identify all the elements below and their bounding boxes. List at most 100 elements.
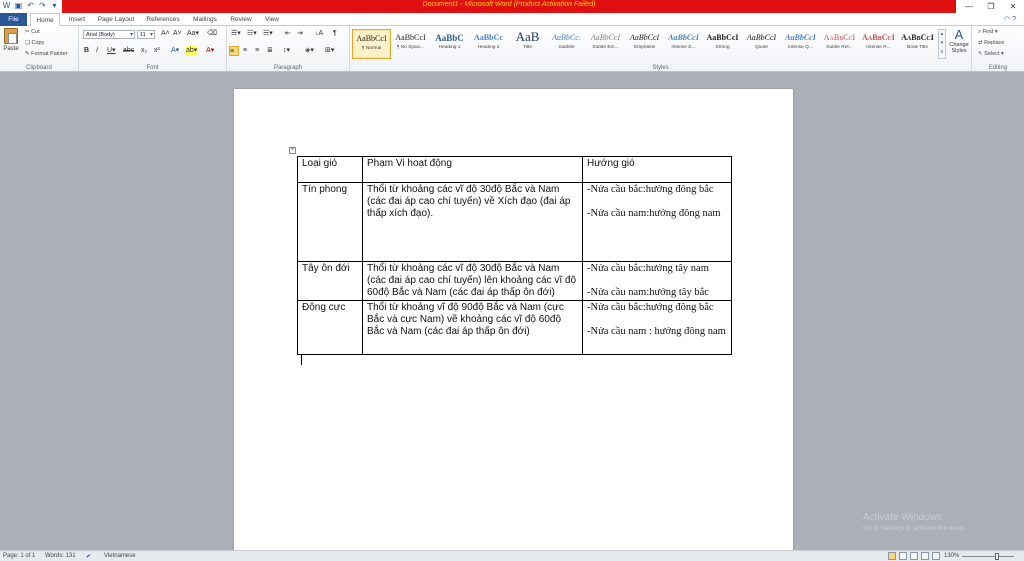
bullets-icon[interactable]: ☰▾ bbox=[231, 29, 241, 39]
style-quote[interactable]: AaBbCcI Quote bbox=[742, 29, 781, 59]
redo-icon[interactable]: ↷ bbox=[38, 1, 47, 11]
shrink-font-icon[interactable]: A˅ bbox=[173, 29, 182, 39]
zoom-slider[interactable] bbox=[962, 556, 1014, 557]
highlight-icon[interactable]: ab▾ bbox=[186, 46, 198, 56]
change-case-icon[interactable]: Aa▾ bbox=[187, 29, 199, 39]
align-left-icon[interactable]: ≡ bbox=[229, 46, 239, 56]
save-icon[interactable]: ▣ bbox=[14, 1, 23, 11]
subscript-icon[interactable]: x₂ bbox=[141, 46, 147, 56]
style-subtitle[interactable]: AaBbCc. Subtitle bbox=[547, 29, 586, 59]
styles-gallery-scroll[interactable]: ▴ ▾ ≡ bbox=[938, 29, 946, 59]
copy-button[interactable]: ❏ Copy bbox=[25, 40, 44, 46]
cell-direction[interactable]: -Nửa cầu bắc:hướng tây nam -Nửa cầu nam:… bbox=[582, 261, 732, 301]
justify-icon[interactable]: ≣ bbox=[267, 46, 273, 56]
style-normal[interactable]: AaBbCcI ¶ Normal bbox=[352, 29, 391, 59]
increase-indent-icon[interactable]: ⇥ bbox=[297, 29, 303, 39]
font-color-icon[interactable]: A▾ bbox=[206, 46, 214, 56]
full-screen-view-icon[interactable] bbox=[899, 552, 907, 560]
style-strong[interactable]: AaBbCcI Strong bbox=[703, 29, 742, 59]
minimize-icon[interactable]: — bbox=[958, 0, 980, 13]
cell-range[interactable]: Thổi từ khoảng các vĩ độ 30độ Bắc và Nam… bbox=[362, 182, 583, 262]
print-layout-view-icon[interactable] bbox=[888, 552, 896, 560]
clear-format-icon[interactable]: ⌫ bbox=[207, 29, 217, 39]
customize-icon[interactable]: ▾ bbox=[50, 1, 59, 11]
style-book-title[interactable]: AaBbCcI Book Title bbox=[898, 29, 937, 59]
web-layout-view-icon[interactable] bbox=[910, 552, 918, 560]
close-icon[interactable]: ✕ bbox=[1002, 0, 1024, 13]
format-painter-label: Format Painter bbox=[31, 51, 68, 57]
replace-button[interactable]: ⇄ Replace bbox=[978, 40, 1004, 46]
tab-view[interactable]: View bbox=[260, 13, 284, 26]
text-effects-icon[interactable]: A▾ bbox=[171, 46, 179, 56]
help-icon[interactable]: ◠ ? bbox=[1004, 15, 1016, 23]
numbering-icon[interactable]: ☷▾ bbox=[247, 29, 257, 39]
cell-wind-type[interactable]: Tây ôn đới bbox=[297, 261, 363, 301]
style-heading-1[interactable]: AaBbC Heading 1 bbox=[430, 29, 469, 59]
line-spacing-icon[interactable]: ↕▾ bbox=[283, 46, 290, 56]
style-no-spacing[interactable]: AaBbCcI ¶ No Spaci... bbox=[391, 29, 430, 59]
tab-home[interactable]: Home bbox=[30, 13, 60, 27]
select-button[interactable]: ↖ Select ▾ bbox=[978, 51, 1004, 57]
outline-view-icon[interactable] bbox=[921, 552, 929, 560]
style-name: Heading 2 bbox=[477, 45, 500, 50]
borders-icon[interactable]: ⊞▾ bbox=[325, 46, 334, 56]
proofing-icon[interactable]: ✔ bbox=[86, 553, 91, 560]
tab-file[interactable]: File bbox=[0, 13, 27, 26]
header-cell-range[interactable]: Phạm Vi hoạt động bbox=[362, 156, 583, 183]
window-title: Document1 - Microsoft Word (Product Acti… bbox=[422, 1, 596, 8]
style-intense-emphasis[interactable]: AaBbCcI Intense E... bbox=[664, 29, 703, 59]
style-emphasis[interactable]: AaBbCcI Emphasis bbox=[625, 29, 664, 59]
draft-view-icon[interactable] bbox=[932, 552, 940, 560]
style-name: Intense R... bbox=[866, 45, 891, 50]
decrease-indent-icon[interactable]: ⇤ bbox=[285, 29, 291, 39]
cut-button[interactable]: ✂ Cut bbox=[25, 29, 40, 35]
paste-button[interactable]: Paste bbox=[2, 28, 20, 52]
cell-range[interactable]: Thổi từ khoảng các vĩ độ 30độ Bắc và Nam… bbox=[362, 261, 583, 301]
underline-icon[interactable]: U▾ bbox=[107, 46, 116, 56]
style-title[interactable]: AaB Title bbox=[508, 29, 547, 59]
cell-direction[interactable]: -Nửa cầu bắc:hướng đông bắc -Nửa cầu nam… bbox=[582, 182, 732, 262]
header-cell-wind-type[interactable]: Loại gió bbox=[297, 156, 363, 183]
style-subtle-emphasis[interactable]: AaBbCcI Subtle Em... bbox=[586, 29, 625, 59]
format-painter-button[interactable]: ✎ Format Painter bbox=[25, 51, 68, 57]
align-center-icon[interactable]: ≡ bbox=[243, 46, 247, 56]
bold-icon[interactable]: B bbox=[84, 46, 89, 56]
style-heading-2[interactable]: AaBbCc Heading 2 bbox=[469, 29, 508, 59]
change-styles-button[interactable]: A Change Styles bbox=[947, 28, 971, 55]
cell-direction[interactable]: -Nửa cầu bắc:hướng đông bắc -Nửa cầu nam… bbox=[582, 300, 732, 355]
wind-table[interactable]: Loại gió Phạm Vi hoạt động Hướng gió Tín… bbox=[297, 156, 732, 355]
grow-font-icon[interactable]: A˄ bbox=[161, 29, 170, 39]
strikethrough-icon[interactable]: abc bbox=[123, 46, 134, 56]
language[interactable]: Vietnamese bbox=[104, 553, 136, 559]
zoom-slider-thumb[interactable] bbox=[995, 553, 999, 560]
tab-mailings[interactable]: Mailings bbox=[188, 13, 222, 26]
status-bar: Page: 1 of 1 Words: 131 ✔ Vietnamese 130… bbox=[0, 550, 1024, 561]
undo-icon[interactable]: ↶ bbox=[26, 1, 35, 11]
sort-icon[interactable]: ↓A bbox=[315, 29, 323, 39]
header-cell-direction[interactable]: Hướng gió bbox=[582, 156, 732, 183]
font-size-combo[interactable]: 11 bbox=[137, 30, 155, 39]
align-right-icon[interactable]: ≡ bbox=[255, 46, 259, 56]
style-intense-reference[interactable]: AaBbCcI Intense R... bbox=[859, 29, 898, 59]
cell-wind-type[interactable]: Tín phong bbox=[297, 182, 363, 262]
shading-icon[interactable]: ◈▾ bbox=[305, 46, 314, 56]
zoom-level[interactable]: 130% bbox=[944, 553, 959, 559]
tab-page-layout[interactable]: Page Layout bbox=[94, 13, 138, 26]
word-count[interactable]: Words: 131 bbox=[45, 553, 76, 559]
cell-wind-type[interactable]: Đông cực bbox=[297, 300, 363, 355]
page-count[interactable]: Page: 1 of 1 bbox=[3, 553, 35, 559]
superscript-icon[interactable]: x² bbox=[154, 46, 160, 56]
show-marks-icon[interactable]: ¶ bbox=[333, 29, 337, 39]
cell-range[interactable]: Thổi từ khoảng vĩ độ 90độ Bắc và Nam (cự… bbox=[362, 300, 583, 355]
tab-insert[interactable]: Insert bbox=[64, 13, 90, 26]
italic-icon[interactable]: I bbox=[96, 46, 98, 56]
style-intense-quote[interactable]: AaBbCcI Intense Q... bbox=[781, 29, 820, 59]
tab-references[interactable]: References bbox=[142, 13, 184, 26]
multilevel-list-icon[interactable]: ☵▾ bbox=[263, 29, 273, 39]
tab-review[interactable]: Review bbox=[226, 13, 256, 26]
restore-icon[interactable]: ❐ bbox=[980, 0, 1002, 13]
find-button[interactable]: ⌕ Find ▾ bbox=[978, 29, 998, 36]
table-move-handle-icon[interactable]: + bbox=[289, 147, 296, 154]
style-subtle-reference[interactable]: AaBbCcI Subtle Ref... bbox=[820, 29, 859, 59]
font-name-combo[interactable]: Arial (Body) bbox=[83, 30, 135, 39]
